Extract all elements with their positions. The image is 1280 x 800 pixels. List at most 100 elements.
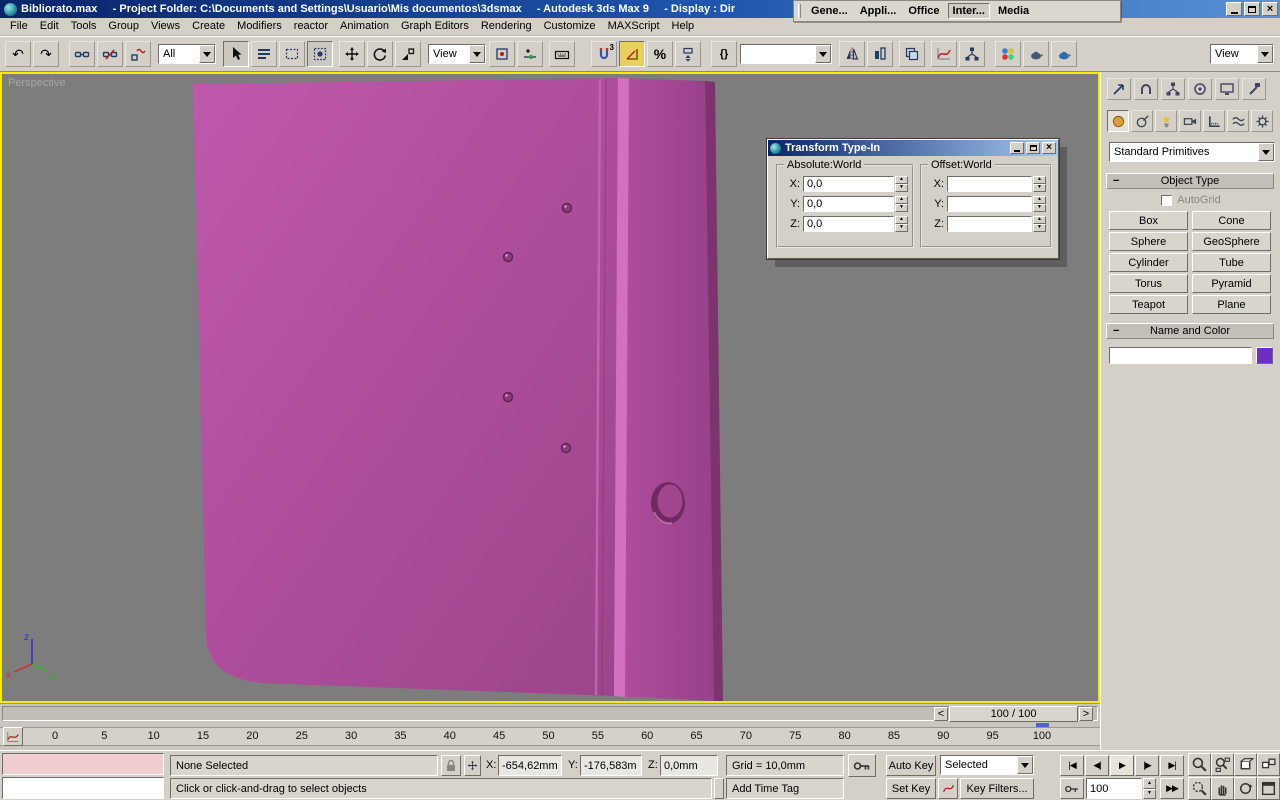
window-crossing-toggle-button[interactable] [307,41,333,67]
primitive-plane-button[interactable]: Plane [1192,295,1271,314]
spin-down-icon[interactable]: ▼ [1033,203,1046,212]
maxscript-mini-listener-macro[interactable] [2,753,164,775]
category-shapes[interactable] [1131,110,1153,132]
render-scene-dialog-button[interactable] [1023,41,1049,67]
snaps-toggle-button[interactable]: 3 [591,41,617,67]
use-pivot-point-center-button[interactable] [489,41,515,67]
previous-frame-button[interactable]: ◀| [1085,755,1109,776]
named-selection-sets-button[interactable]: {} [711,41,737,67]
dropdown-button[interactable] [1017,756,1033,774]
off-y-spinner[interactable]: ▲ ▼ [1033,195,1046,212]
select-object-button[interactable] [223,41,249,67]
dropdown-button[interactable] [815,45,831,63]
key-filters-button[interactable]: Key Filters... [960,778,1034,799]
primitive-cylinder-button[interactable]: Cylinder [1109,253,1188,272]
select-and-manipulate-button[interactable] [517,41,543,67]
dialog-close-button[interactable]: × [1042,142,1056,154]
spin-up-icon[interactable]: ▲ [895,195,908,204]
binder-object[interactable] [193,78,723,701]
category-spacewarps[interactable] [1227,110,1249,132]
primitive-cone-button[interactable]: Cone [1192,211,1271,230]
spin-up-icon[interactable]: ▲ [895,175,908,184]
tab-display[interactable] [1215,78,1239,100]
maximize-button[interactable] [1244,2,1260,16]
play-button[interactable]: ▶ [1110,755,1134,776]
minimize-button[interactable] [1226,2,1242,16]
track-ruler[interactable]: 0 5 10 15 20 25 30 35 40 45 50 55 60 65 70 75 80 85 90 95 10… [0,727,1100,746]
menu-reactor[interactable]: reactor [288,18,334,35]
select-and-scale-button[interactable] [395,41,421,67]
off-x-input[interactable] [947,175,1032,192]
mini-curve-editor-button[interactable] [3,727,23,746]
selection-filter-dropdown[interactable]: All [158,44,216,64]
pan-button[interactable] [1211,777,1234,800]
coord-z-input[interactable] [660,755,718,776]
category-lights[interactable] [1155,110,1177,132]
go-to-end-button[interactable]: ▶| [1160,755,1184,776]
frame-spinner[interactable]: ▲ ▼ [1143,778,1156,799]
overlay-item[interactable]: Appli... [856,4,901,18]
abs-z-spinner[interactable]: ▲ ▼ [895,215,908,232]
dialog-title-bar[interactable]: Transform Type-In × [768,140,1058,156]
reference-coordinate-system-dropdown[interactable]: View [428,44,486,64]
keyboard-shortcut-override-button[interactable] [549,41,575,67]
dropdown-button[interactable] [469,45,485,63]
off-y-input[interactable] [947,195,1032,212]
select-and-rotate-button[interactable] [367,41,393,67]
category-geometry[interactable] [1107,110,1129,132]
primitive-pyramid-button[interactable]: Pyramid [1192,274,1271,293]
arc-rotate-button[interactable] [1234,777,1257,800]
mirror-button[interactable] [839,41,865,67]
spin-down-icon[interactable]: ▼ [1143,788,1156,799]
dropdown-button[interactable] [1257,45,1273,63]
primitive-sphere-button[interactable]: Sphere [1109,232,1188,251]
tab-create[interactable] [1107,78,1131,100]
absolute-offset-mode-toggle[interactable] [464,755,481,776]
menu-tools[interactable]: Tools [65,18,103,35]
menu-file[interactable]: File [4,18,34,35]
next-frame-button[interactable]: |▶ [1135,755,1159,776]
primitive-torus-button[interactable]: Torus [1109,274,1188,293]
overlay-item[interactable]: Gene... [807,4,852,18]
overlay-item[interactable]: Inter... [947,3,990,19]
name-color-rollout-header[interactable]: − Name and Color [1106,323,1274,339]
selection-lock-toggle[interactable] [441,755,461,776]
select-and-link-button[interactable] [69,41,95,67]
coord-y-input[interactable] [580,755,642,776]
close-button[interactable]: × [1262,2,1278,16]
maximize-viewport-toggle-button[interactable] [1257,777,1280,800]
bind-to-spacewarp-button[interactable] [125,41,151,67]
spin-down-icon[interactable]: ▼ [895,183,908,192]
category-cameras[interactable] [1179,110,1201,132]
object-type-rollout-header[interactable]: − Object Type [1106,173,1274,189]
menu-views[interactable]: Views [145,18,186,35]
redo-button[interactable]: ↷ [33,41,59,67]
rectangular-selection-region-button[interactable] [279,41,305,67]
dropdown-button[interactable] [1258,143,1274,161]
zoom-extents-button[interactable] [1234,753,1257,776]
render-type-dropdown[interactable]: View [1210,44,1274,64]
spin-up-icon[interactable]: ▲ [1143,778,1156,789]
dialog-minimize-button[interactable] [1010,142,1024,154]
primitive-box-button[interactable]: Box [1109,211,1188,230]
menu-help[interactable]: Help [666,18,701,35]
off-z-spinner[interactable]: ▲ ▼ [1033,215,1046,232]
off-x-spinner[interactable]: ▲ ▼ [1033,175,1046,192]
named-selection-set-dropdown[interactable] [740,44,832,64]
menu-maxscript[interactable]: MAXScript [602,18,666,35]
set-keys-button[interactable] [848,754,876,777]
tab-modify[interactable] [1134,78,1158,100]
menu-graph-editors[interactable]: Graph Editors [395,18,475,35]
curve-editor-button[interactable] [931,41,957,67]
spin-down-icon[interactable]: ▼ [895,203,908,212]
menu-customize[interactable]: Customize [538,18,602,35]
viewport-label[interactable]: Perspective [8,77,65,89]
zoom-region-button[interactable] [1188,777,1211,800]
zoom-button[interactable] [1188,753,1211,776]
tab-hierarchy[interactable] [1161,78,1185,100]
maxscript-mini-listener-input[interactable] [2,777,164,799]
angle-snap-toggle-button[interactable] [619,41,645,67]
current-frame-field[interactable] [1086,778,1142,799]
percent-snap-toggle-button[interactable]: % [647,41,673,67]
dropdown-button[interactable] [199,45,215,63]
